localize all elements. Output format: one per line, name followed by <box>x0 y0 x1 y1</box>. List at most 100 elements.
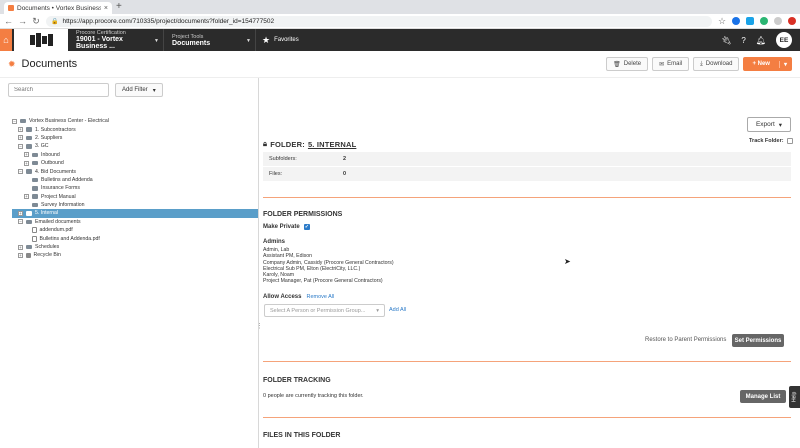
browser-tab[interactable]: Documents • Vortex Business × <box>4 2 112 14</box>
reload-icon[interactable]: ↻ <box>32 16 40 27</box>
tree-item[interactable]: + Inbound <box>12 151 258 159</box>
tree-item[interactable]: − 3. GC <box>12 142 258 150</box>
tree-item[interactable]: +2. Suppliers <box>12 134 258 142</box>
make-private-checkbox[interactable]: ✓ <box>303 224 310 230</box>
folder-prefix: FOLDER: <box>270 139 305 149</box>
address-bar[interactable]: 🔒 https://app.procore.com/710335/project… <box>46 15 712 27</box>
tree-item[interactable]: +5. Internal <box>12 209 258 218</box>
folder-icon <box>26 144 32 149</box>
extension-icon[interactable] <box>732 17 740 25</box>
tree-item[interactable]: + Project Manual <box>12 193 258 201</box>
expand-icon[interactable]: + <box>18 210 23 216</box>
tree-item[interactable]: +1. Subcontractors <box>12 125 258 133</box>
help-circle-icon[interactable]: ? <box>741 36 745 45</box>
collapse-icon[interactable]: − <box>18 169 23 175</box>
profile-icon[interactable] <box>774 17 782 25</box>
folder-icon <box>32 186 38 191</box>
collapse-icon[interactable]: − <box>18 143 23 149</box>
documents-gear-icon: ✹ <box>8 58 16 69</box>
tree-item[interactable]: addendum.pdf <box>12 226 258 234</box>
favorites-button[interactable]: ★ Favorites <box>256 35 299 46</box>
tree-item[interactable]: Survey Information <box>12 201 258 209</box>
company-logo[interactable] <box>14 29 68 51</box>
expand-icon[interactable]: + <box>18 135 23 141</box>
download-button[interactable]: ⤓ Download <box>693 57 740 71</box>
track-folder-checkbox[interactable] <box>786 138 793 144</box>
home-icon[interactable]: ⌂ <box>0 29 12 51</box>
chevron-down-icon: ▾ <box>376 307 379 314</box>
set-permissions-button[interactable]: Set Permissions <box>732 334 784 347</box>
tree-item-label: Recycle Bin <box>33 252 61 259</box>
app-header: ⌂ Procore Certification 19001 - Vortex B… <box>0 29 800 51</box>
tracking-title: FOLDER TRACKING <box>263 377 331 384</box>
remove-all-link[interactable]: Remove All <box>306 294 334 300</box>
update-icon[interactable] <box>788 17 796 25</box>
expand-icon[interactable]: + <box>24 194 29 200</box>
notification-bell-icon[interactable]: 🔔︎ <box>756 36 766 45</box>
resize-handle-icon[interactable]: ⋮ <box>256 322 263 330</box>
extension-icon[interactable] <box>760 17 768 25</box>
expand-icon[interactable]: + <box>24 152 29 158</box>
table-row: Subfolders: 2 <box>263 152 791 167</box>
delete-button[interactable]: 🗑︎ Delete <box>606 57 649 71</box>
tree-item-label: Bulletins and Addenda <box>41 176 93 183</box>
tree-item[interactable]: − Emailed documents <box>12 218 258 226</box>
tool-selector[interactable]: Project Tools Documents ▼ <box>164 29 256 51</box>
track-folder: Track Folder: <box>749 138 793 144</box>
section-divider <box>263 417 791 418</box>
bookmark-star-icon[interactable]: ☆ <box>718 16 726 27</box>
tree-item[interactable]: − 4. Bid Documents <box>12 167 258 175</box>
chevron-down-icon: ▾ <box>152 87 156 94</box>
expand-icon[interactable]: + <box>18 244 23 250</box>
browser-toolbar: ← → ↻ 🔒 https://app.procore.com/710335/p… <box>0 14 800 29</box>
extension-icon[interactable] <box>746 17 754 25</box>
chevron-down-icon: ▾ <box>778 121 783 129</box>
permission-select[interactable]: Select A Person or Permission Group... ▾ <box>264 304 385 317</box>
tree-item-label: 4. Bid Documents <box>35 168 76 175</box>
new-tab-icon[interactable]: + <box>116 1 122 12</box>
section-divider <box>263 197 791 198</box>
tree-item[interactable]: + Schedules <box>12 243 258 251</box>
page-title-bar: ✹ Documents 🗑︎ Delete ✉ Email ⤓ Download… <box>0 51 800 78</box>
plug-icon[interactable]: 🔌︎ <box>721 36 731 45</box>
add-filter-dropdown[interactable]: Add Filter ▾ <box>115 83 163 97</box>
tree-item-label: 3. GC <box>35 143 49 150</box>
tree-item[interactable]: + Outbound <box>12 159 258 167</box>
trash-icon <box>26 252 31 259</box>
email-label: Email <box>667 61 683 67</box>
file-icon <box>32 227 37 234</box>
collapse-icon[interactable]: − <box>12 118 17 124</box>
search-input[interactable] <box>8 83 109 97</box>
expand-icon[interactable]: + <box>18 127 23 133</box>
folder-info-table: Subfolders: 2 Files: 0 <box>263 152 791 182</box>
user-avatar[interactable]: EE <box>776 32 792 48</box>
restore-permissions-link[interactable]: Restore to Parent Permissions <box>645 337 726 343</box>
url-text: https://app.procore.com/710335/project/d… <box>62 17 275 25</box>
email-button[interactable]: ✉ Email <box>652 57 690 71</box>
tree-item[interactable]: Insurance Forms <box>12 184 258 192</box>
back-icon[interactable]: ← <box>4 16 13 26</box>
forward-icon[interactable]: → <box>18 16 27 26</box>
new-label: + New <box>752 61 770 67</box>
new-button[interactable]: + New ▾ <box>743 57 792 71</box>
tree-item[interactable]: Bulletins and Addenda.pdf <box>12 234 258 242</box>
expand-icon[interactable]: + <box>24 160 29 166</box>
manage-list-button[interactable]: Manage List <box>740 390 786 403</box>
help-tab[interactable]: Help <box>789 386 800 408</box>
tree-item[interactable]: − Vortex Business Center - Electrical <box>12 117 258 125</box>
tab-close-icon[interactable]: × <box>104 5 108 12</box>
tree-item-label: Emailed documents <box>35 218 81 225</box>
tree-item[interactable]: + Recycle Bin <box>12 251 258 259</box>
collapse-icon[interactable]: − <box>18 219 23 225</box>
add-all-link[interactable]: Add All <box>389 307 406 313</box>
expand-icon[interactable]: + <box>18 252 23 258</box>
chevron-down-icon[interactable]: ▾ <box>778 60 787 68</box>
project-selector[interactable]: Procore Certification 19001 - Vortex Bus… <box>68 29 164 51</box>
permissions-title: FOLDER PERMISSIONS <box>263 211 343 218</box>
export-label: Export <box>755 121 775 128</box>
page-title: Documents <box>21 58 78 70</box>
tree-item[interactable]: Bulletins and Addenda <box>12 176 258 184</box>
export-dropdown[interactable]: Export ▾ <box>747 117 791 132</box>
tree-item-label: 5. Internal <box>35 210 59 217</box>
tab-title: Documents • Vortex Business <box>17 4 101 12</box>
